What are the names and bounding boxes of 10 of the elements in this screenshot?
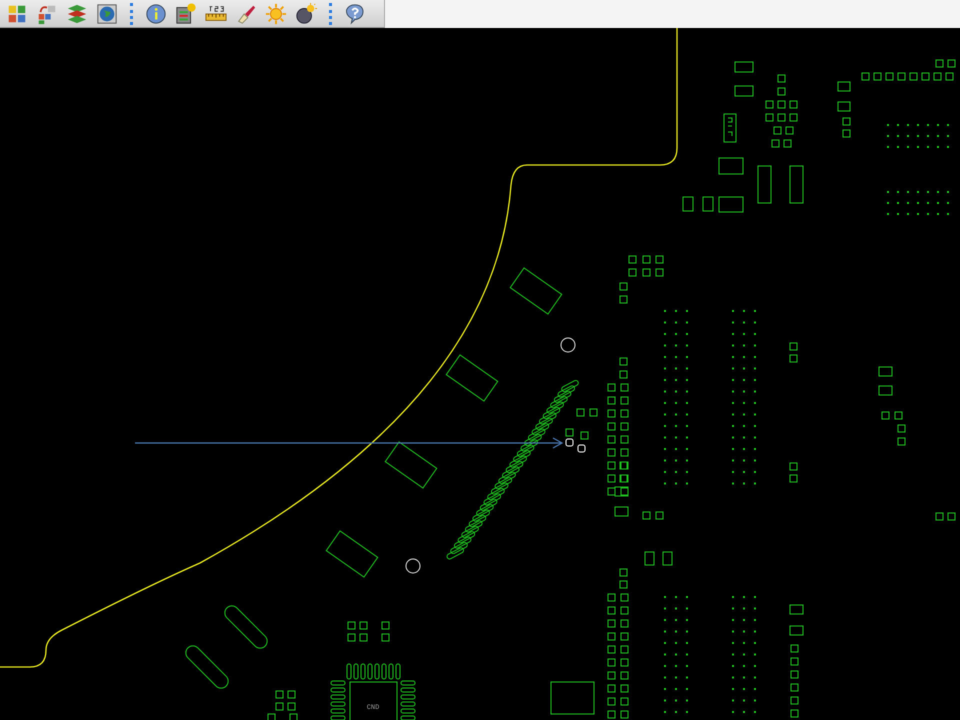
info-icon xyxy=(145,2,167,24)
bulb-icon xyxy=(295,2,317,24)
mounting-hole xyxy=(560,338,576,352)
highlighted-pads xyxy=(566,438,586,452)
help-icon xyxy=(344,2,366,24)
table-alert-icon xyxy=(175,2,197,24)
globe-grid-icon xyxy=(96,2,118,24)
mounting-hole xyxy=(406,558,420,574)
sun-icon xyxy=(265,2,287,24)
layer-stack-icon xyxy=(66,2,88,24)
